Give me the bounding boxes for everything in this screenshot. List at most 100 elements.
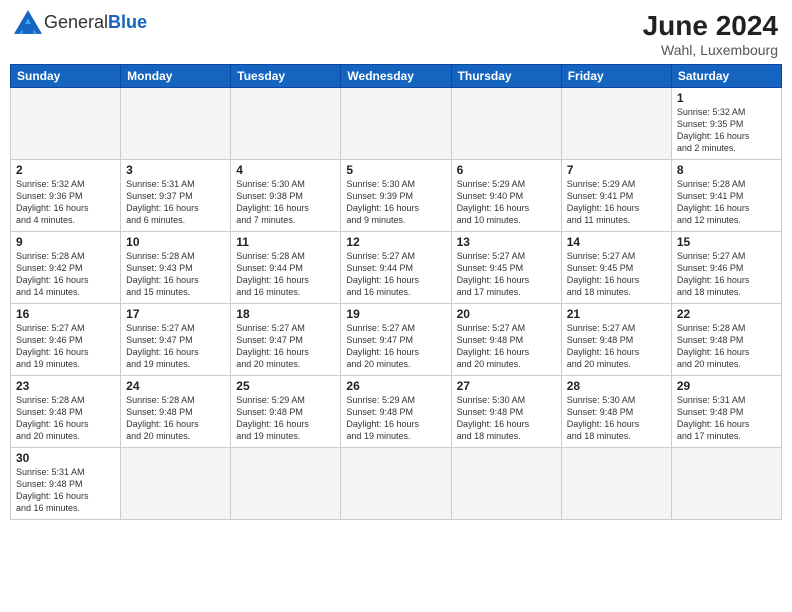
day-info-text: Sunset: 9:46 PM xyxy=(16,335,83,345)
day-info-text: and 11 minutes. xyxy=(567,215,630,225)
table-cell-23: 23Sunrise: 5:28 AMSunset: 9:48 PMDayligh… xyxy=(11,376,121,448)
day-info-text: and 20 minutes. xyxy=(346,359,410,369)
day-info-text: Sunrise: 5:28 AM xyxy=(126,395,195,405)
day-number: 21 xyxy=(567,307,666,321)
day-info-text: Sunrise: 5:30 AM xyxy=(236,179,305,189)
table-cell-13: 13Sunrise: 5:27 AMSunset: 9:45 PMDayligh… xyxy=(451,232,561,304)
day-number: 18 xyxy=(236,307,335,321)
table-cell-empty xyxy=(11,88,121,160)
table-cell-10: 10Sunrise: 5:28 AMSunset: 9:43 PMDayligh… xyxy=(121,232,231,304)
day-number: 13 xyxy=(457,235,556,249)
table-cell-empty xyxy=(671,448,781,520)
table-cell-5: 5Sunrise: 5:30 AMSunset: 9:39 PMDaylight… xyxy=(341,160,451,232)
table-cell-24: 24Sunrise: 5:28 AMSunset: 9:48 PMDayligh… xyxy=(121,376,231,448)
table-cell-1: 1Sunrise: 5:32 AMSunset: 9:35 PMDaylight… xyxy=(671,88,781,160)
day-number: 30 xyxy=(16,451,115,465)
day-info-text: Daylight: 16 hours xyxy=(126,275,199,285)
day-info-text: Sunrise: 5:30 AM xyxy=(346,179,415,189)
day-info-text: Sunrise: 5:27 AM xyxy=(346,251,415,261)
page: GeneralBlue June 2024 Wahl, Luxembourg S… xyxy=(0,0,792,612)
day-number: 23 xyxy=(16,379,115,393)
day-number: 25 xyxy=(236,379,335,393)
day-number: 27 xyxy=(457,379,556,393)
header-saturday: Saturday xyxy=(671,65,781,88)
day-info-text: Sunset: 9:48 PM xyxy=(457,335,524,345)
table-cell-empty xyxy=(341,88,451,160)
table-cell-17: 17Sunrise: 5:27 AMSunset: 9:47 PMDayligh… xyxy=(121,304,231,376)
day-info-text: Sunrise: 5:29 AM xyxy=(457,179,526,189)
day-info-text: Sunset: 9:48 PM xyxy=(126,407,193,417)
day-info-text: Daylight: 16 hours xyxy=(457,275,530,285)
day-number: 15 xyxy=(677,235,776,249)
day-info-text: and 20 minutes. xyxy=(457,359,521,369)
day-info-text: Daylight: 16 hours xyxy=(126,347,199,357)
calendar-row-5: 30 Sunrise: 5:31 AM Sunset: 9:48 PM Dayligh… xyxy=(11,448,782,520)
day-info-text: and 16 minutes. xyxy=(236,287,300,297)
day-info-text: Daylight: 16 hours xyxy=(16,491,89,501)
day-number: 4 xyxy=(236,163,335,177)
day-info-text: Daylight: 16 hours xyxy=(16,203,89,213)
day-info-text: Sunset: 9:35 PM xyxy=(677,119,744,129)
day-info-text: and 10 minutes. xyxy=(457,215,521,225)
day-info-text: Sunrise: 5:31 AM xyxy=(677,395,746,405)
day-info-text: Sunset: 9:48 PM xyxy=(16,479,83,489)
header-sunday: Sunday xyxy=(11,65,121,88)
day-info-text: Daylight: 16 hours xyxy=(16,275,89,285)
title-area: June 2024 Wahl, Luxembourg xyxy=(643,10,778,58)
day-number: 11 xyxy=(236,235,335,249)
day-info-text: Daylight: 16 hours xyxy=(677,275,750,285)
day-info-text: and 17 minutes. xyxy=(677,431,741,441)
table-cell-7: 7Sunrise: 5:29 AMSunset: 9:41 PMDaylight… xyxy=(561,160,671,232)
day-info-text: and 12 minutes. xyxy=(677,215,741,225)
day-info-text: and 2 minutes. xyxy=(677,143,736,153)
day-info-text: and 9 minutes. xyxy=(346,215,405,225)
day-info-text: Sunset: 9:47 PM xyxy=(346,335,413,345)
day-info-text: Sunrise: 5:27 AM xyxy=(457,323,526,333)
calendar-row-0: 1Sunrise: 5:32 AMSunset: 9:35 PMDaylight… xyxy=(11,88,782,160)
table-cell-14: 14Sunrise: 5:27 AMSunset: 9:45 PMDayligh… xyxy=(561,232,671,304)
table-cell-20: 20Sunrise: 5:27 AMSunset: 9:48 PMDayligh… xyxy=(451,304,561,376)
day-info-text: Daylight: 16 hours xyxy=(677,131,750,141)
day-info-text: Sunrise: 5:28 AM xyxy=(126,251,195,261)
day-info-text: Sunset: 9:48 PM xyxy=(567,407,634,417)
table-cell-25: 25Sunrise: 5:29 AMSunset: 9:48 PMDayligh… xyxy=(231,376,341,448)
day-info-text: and 18 minutes. xyxy=(677,287,741,297)
day-info-text: Daylight: 16 hours xyxy=(236,347,309,357)
day-number: 28 xyxy=(567,379,666,393)
table-cell-8: 8Sunrise: 5:28 AMSunset: 9:41 PMDaylight… xyxy=(671,160,781,232)
day-number: 26 xyxy=(346,379,445,393)
location-subtitle: Wahl, Luxembourg xyxy=(643,42,778,58)
day-info-text: Sunset: 9:36 PM xyxy=(16,191,83,201)
day-number: 8 xyxy=(677,163,776,177)
day-info-text: Sunrise: 5:27 AM xyxy=(346,323,415,333)
calendar-row-4: 23Sunrise: 5:28 AMSunset: 9:48 PMDayligh… xyxy=(11,376,782,448)
day-info-text: Daylight: 16 hours xyxy=(457,203,530,213)
day-info-text: and 20 minutes. xyxy=(567,359,631,369)
day-info-text: Sunset: 9:46 PM xyxy=(677,263,744,273)
day-info-text: and 16 minutes. xyxy=(346,287,410,297)
table-cell-21: 21Sunrise: 5:27 AMSunset: 9:48 PMDayligh… xyxy=(561,304,671,376)
day-info-text: and 4 minutes. xyxy=(16,215,75,225)
day-info-text: Sunrise: 5:28 AM xyxy=(16,251,85,261)
day-number: 2 xyxy=(16,163,115,177)
table-cell-26: 26Sunrise: 5:29 AMSunset: 9:48 PMDayligh… xyxy=(341,376,451,448)
day-info-text: Sunrise: 5:27 AM xyxy=(16,323,85,333)
day-info-text: and 19 minutes. xyxy=(126,359,190,369)
day-number: 17 xyxy=(126,307,225,321)
day-info-text: Sunset: 9:48 PM xyxy=(677,335,744,345)
table-cell-27: 27Sunrise: 5:30 AMSunset: 9:48 PMDayligh… xyxy=(451,376,561,448)
day-number: 10 xyxy=(126,235,225,249)
day-info-text: Daylight: 16 hours xyxy=(677,203,750,213)
day-info-text: Sunset: 9:41 PM xyxy=(677,191,744,201)
day-info-text: Sunset: 9:48 PM xyxy=(236,407,303,417)
day-number: 19 xyxy=(346,307,445,321)
day-info-text: Sunset: 9:44 PM xyxy=(236,263,303,273)
day-info-text: Sunrise: 5:27 AM xyxy=(457,251,526,261)
day-info-text: Daylight: 16 hours xyxy=(126,203,199,213)
day-info-text: Sunrise: 5:31 AM xyxy=(16,467,85,477)
table-cell-6: 6Sunrise: 5:29 AMSunset: 9:40 PMDaylight… xyxy=(451,160,561,232)
table-cell-empty xyxy=(121,88,231,160)
day-info-text: Daylight: 16 hours xyxy=(346,203,419,213)
day-info-text: Daylight: 16 hours xyxy=(567,347,640,357)
day-info-text: Daylight: 16 hours xyxy=(236,203,309,213)
